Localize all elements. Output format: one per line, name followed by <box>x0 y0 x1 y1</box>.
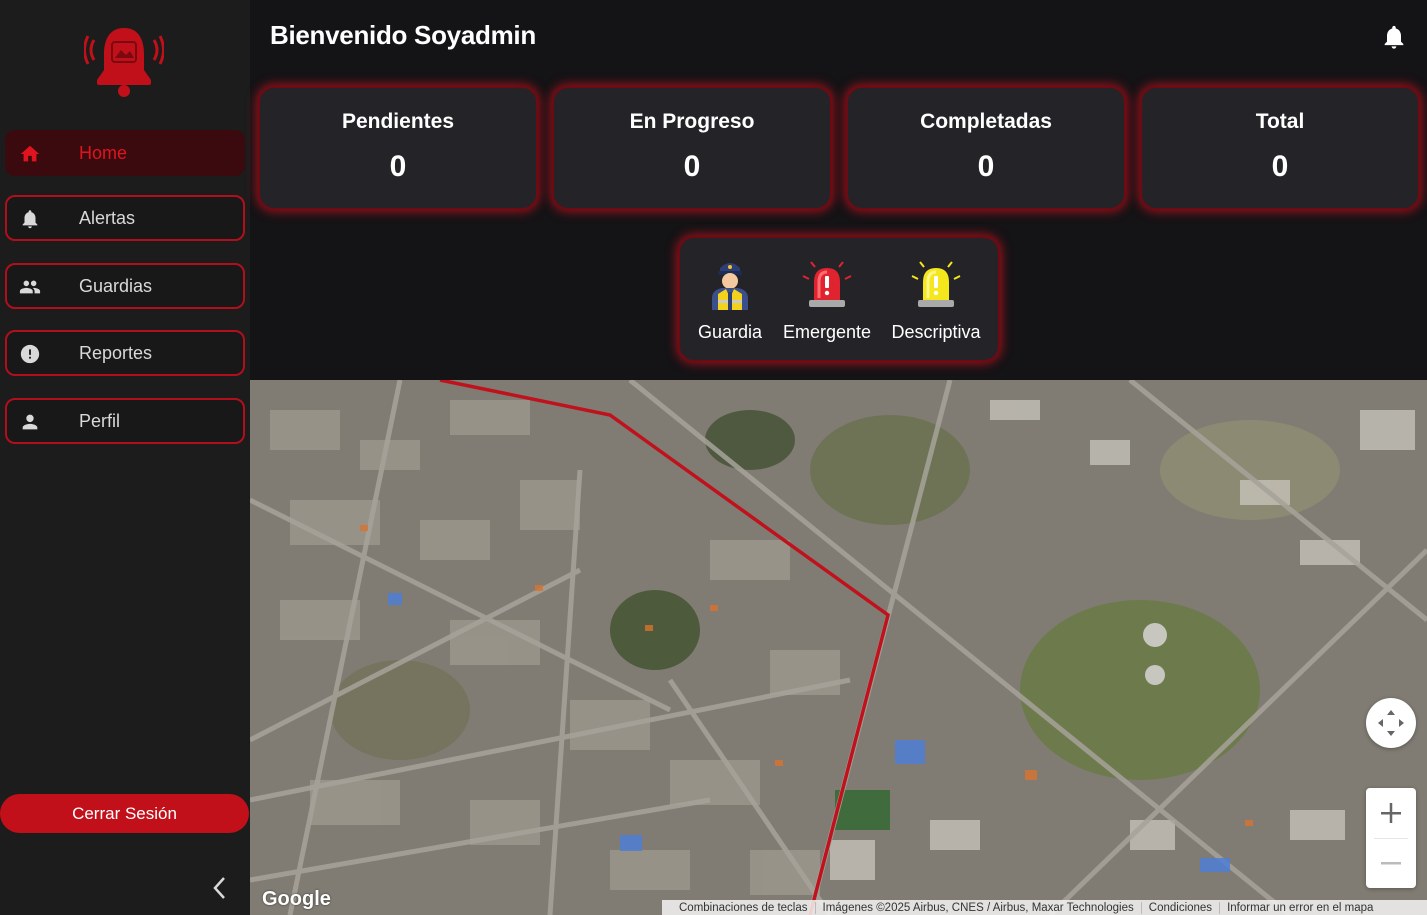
google-logo: Google <box>262 888 331 910</box>
home-icon <box>20 145 40 162</box>
fullscreen-button[interactable] <box>1366 698 1416 748</box>
fullscreen-icon <box>1378 710 1404 736</box>
chevron-left-icon[interactable] <box>208 874 232 902</box>
stat-card-completadas: Completadas 0 <box>846 86 1126 210</box>
sidebar-item-label: Home <box>79 142 128 163</box>
legend-item-guardia: Guardia <box>698 256 762 343</box>
stat-card-total: Total 0 <box>1140 86 1420 210</box>
zoom-in-button[interactable] <box>1366 788 1416 838</box>
legend-label: Guardia <box>698 322 763 342</box>
sidebar-item-alertas[interactable]: Alertas <box>5 195 245 241</box>
person-icon <box>22 414 38 430</box>
map-legend: Guardia Emergente Descriptiva <box>678 236 1000 362</box>
sidebar-item-perfil[interactable]: Perfil <box>5 398 245 444</box>
legend-item-emergente: Emergente <box>782 256 872 343</box>
sidebar-item-label: Reportes <box>79 342 153 363</box>
alert-circle-icon <box>20 344 40 364</box>
stat-card-en-progreso: En Progreso 0 <box>552 86 832 210</box>
minus-icon <box>1381 862 1401 865</box>
logout-button[interactable]: Cerrar Sesión <box>0 794 249 833</box>
guard-icon <box>712 263 748 310</box>
terms-link[interactable]: Condiciones <box>1142 901 1221 914</box>
sidebar-item-guardias[interactable]: Guardias <box>5 263 245 309</box>
sidebar-item-label: Alertas <box>79 207 136 228</box>
sidebar-item-reportes[interactable]: Reportes <box>5 330 245 376</box>
stat-title: Total <box>1255 110 1305 133</box>
report-error-link[interactable]: Informar un error en el mapa <box>1220 902 1380 914</box>
plus-icon <box>1381 803 1401 823</box>
legend-label: Descriptiva <box>891 322 981 342</box>
alarm-bell-logo <box>84 28 164 97</box>
zoom-out-button[interactable] <box>1366 838 1416 888</box>
app: Home Alertas Guardias Reportes Perfil Ce… <box>0 0 1427 915</box>
sidebar-item-label: Perfil <box>79 410 121 431</box>
sidebar-item-home[interactable]: Home <box>5 130 245 176</box>
legend-item-descriptiva: Descriptiva <box>888 256 984 343</box>
stat-title: Completadas <box>920 110 1052 133</box>
page-title: Bienvenido Soyadmin <box>270 20 536 50</box>
notifications-bell-icon[interactable] <box>1380 22 1408 52</box>
map-attribution: Combinaciones de teclas Imágenes ©2025 A… <box>662 900 1427 915</box>
bell-icon <box>22 210 38 229</box>
stat-title: En Progreso <box>629 110 755 133</box>
stat-card-pendientes: Pendientes 0 <box>258 86 538 210</box>
zoom-control <box>1366 788 1416 888</box>
red-siren-icon <box>802 261 852 307</box>
stat-value: 0 <box>977 150 995 183</box>
sidebar-item-label: Guardias <box>79 275 153 296</box>
stat-value: 0 <box>389 150 407 183</box>
sidebar: Home Alertas Guardias Reportes Perfil Ce… <box>0 0 250 915</box>
legend-label: Emergente <box>782 322 872 342</box>
stat-value: 0 <box>683 150 701 183</box>
satellite-map[interactable]: Google Combinaciones de teclas Imágenes … <box>250 380 1427 915</box>
map-imagery <box>250 380 1427 915</box>
yellow-siren-icon <box>911 261 961 307</box>
keyboard-shortcuts-link[interactable]: Combinaciones de teclas <box>672 901 816 914</box>
imagery-credit: Imágenes ©2025 Airbus, CNES / Airbus, Ma… <box>816 901 1142 914</box>
stat-value: 0 <box>1271 150 1289 183</box>
stat-title: Pendientes <box>341 110 455 133</box>
people-icon <box>19 280 41 294</box>
